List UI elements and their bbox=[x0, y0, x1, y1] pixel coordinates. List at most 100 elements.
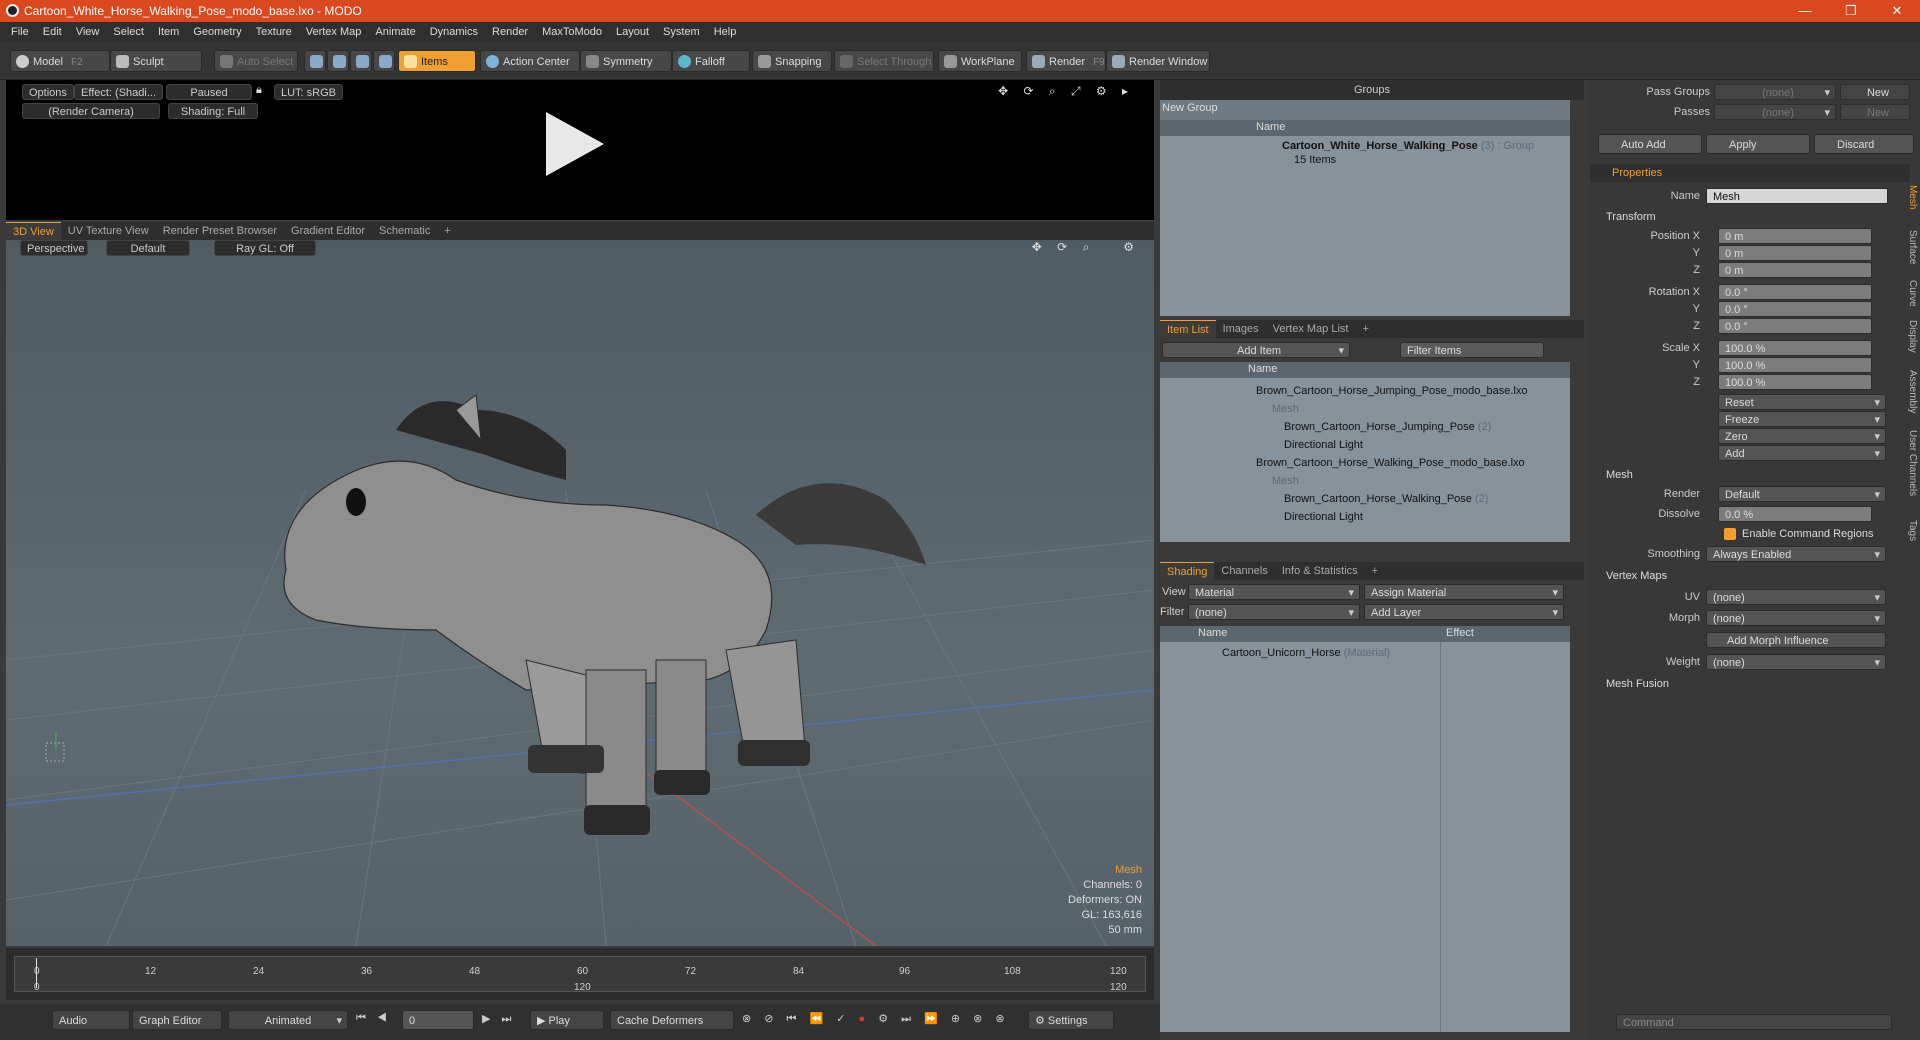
menu-texture[interactable]: Texture bbox=[249, 26, 299, 38]
list-item[interactable]: Brown_Cartoon_Horse_Walking_Pose_modo_ba… bbox=[1160, 454, 1570, 472]
rotation-z-field[interactable]: 0.0 ° bbox=[1718, 318, 1872, 334]
zero-dropdown[interactable]: Zero bbox=[1718, 428, 1886, 445]
menu-item[interactable]: Item bbox=[151, 26, 186, 38]
position-y-field[interactable]: 0 m bbox=[1718, 245, 1872, 261]
dissolve-field[interactable]: 0.0 % bbox=[1718, 506, 1872, 522]
model-mode-button[interactable]: Model F2 bbox=[10, 50, 110, 72]
snapping-button[interactable]: Snapping bbox=[752, 50, 832, 72]
morph-dropdown[interactable]: (none) bbox=[1706, 610, 1886, 627]
transform-section[interactable]: Transform bbox=[1606, 211, 1656, 223]
auto-add-button[interactable]: Auto Add bbox=[1598, 134, 1702, 154]
discard-button[interactable]: Discard bbox=[1814, 134, 1914, 154]
perspective-dropdown[interactable]: Perspective bbox=[20, 240, 88, 256]
vtab-assembly[interactable]: Assembly bbox=[1907, 370, 1918, 413]
menu-system[interactable]: System bbox=[656, 26, 707, 38]
add-tab-button[interactable]: + bbox=[437, 222, 457, 240]
add-tab-button[interactable]: + bbox=[1365, 562, 1385, 580]
freeze-dropdown[interactable]: Freeze bbox=[1718, 411, 1886, 428]
3d-viewport[interactable]: Perspective Default Ray GL: Off ✥ ⟳ ⌕ ⚙ … bbox=[6, 240, 1154, 946]
uv-dropdown[interactable]: (none) bbox=[1706, 589, 1886, 606]
add-layer-dropdown[interactable]: Add Layer bbox=[1364, 604, 1564, 621]
assign-material-dropdown[interactable]: Assign Material bbox=[1364, 584, 1564, 601]
list-item[interactable]: Brown_Cartoon_Horse_Jumping_Pose (2) bbox=[1160, 418, 1570, 436]
view-dropdown[interactable]: Material bbox=[1188, 584, 1360, 601]
mesh-section[interactable]: Mesh bbox=[1606, 469, 1633, 481]
workplane-button[interactable]: WorkPlane bbox=[938, 50, 1022, 72]
add-tab-button[interactable]: + bbox=[1355, 320, 1375, 338]
tab-gradient-editor[interactable]: Gradient Editor bbox=[284, 222, 372, 240]
key-icons[interactable]: ⊗ ⊘ ⏮ ⏪ ✓ ● ⚙ ⏭ ⏩ ⊕ ⊗ ⊗ bbox=[742, 1012, 1010, 1026]
menu-select[interactable]: Select bbox=[106, 26, 151, 38]
maximize-button[interactable]: ❐ bbox=[1828, 0, 1874, 22]
tab-info-statistics[interactable]: Info & Statistics bbox=[1275, 562, 1365, 580]
action-center-button[interactable]: Action Center bbox=[480, 50, 580, 72]
lut-dropdown[interactable]: LUT: sRGB bbox=[274, 84, 344, 100]
items-mode-button[interactable]: Items bbox=[398, 50, 476, 72]
add-dropdown[interactable]: Add bbox=[1718, 445, 1886, 462]
select-through-button[interactable]: Select Through bbox=[834, 50, 934, 72]
add-morph-influence-button[interactable]: Add Morph Influence bbox=[1706, 632, 1886, 648]
tab-vertex-map-list[interactable]: Vertex Map List bbox=[1266, 320, 1356, 338]
tab-schematic[interactable]: Schematic bbox=[372, 222, 437, 240]
default-dropdown[interactable]: Default bbox=[106, 240, 190, 256]
pass-groups-dropdown[interactable]: (none) bbox=[1714, 84, 1836, 101]
options-button[interactable]: Options bbox=[22, 84, 74, 100]
list-item[interactable]: Directional Light bbox=[1160, 508, 1570, 526]
material-row[interactable]: Cartoon_Unicorn_Horse (Material) bbox=[1160, 644, 1570, 662]
list-item[interactable]: Mesh bbox=[1160, 400, 1570, 418]
preview-nav-icons[interactable]: ✥ ⟳ ⌕ ⤢ ⚙ ▸ bbox=[998, 84, 1134, 99]
list-item[interactable]: Brown_Cartoon_Horse_Walking_Pose (2) bbox=[1160, 490, 1570, 508]
rotation-x-field[interactable]: 0.0 ° bbox=[1718, 284, 1872, 300]
viewport-nav-icons[interactable]: ✥ ⟳ ⌕ ⚙ bbox=[1032, 240, 1140, 255]
menu-vertex-map[interactable]: Vertex Map bbox=[299, 26, 369, 38]
sculpt-mode-button[interactable]: Sculpt bbox=[110, 50, 202, 72]
filter-dropdown[interactable]: (none) bbox=[1188, 604, 1360, 621]
render-window-button[interactable]: Render Window bbox=[1106, 50, 1210, 72]
tab-render-preset-browser[interactable]: Render Preset Browser bbox=[156, 222, 284, 240]
rewind-icons[interactable]: ⏮ ◀ bbox=[356, 1012, 391, 1025]
tab-uv-texture-view[interactable]: UV Texture View bbox=[61, 222, 156, 240]
rotation-y-field[interactable]: 0.0 ° bbox=[1718, 301, 1872, 317]
new-group-button[interactable]: New Group bbox=[1162, 102, 1218, 114]
list-item[interactable]: Mesh bbox=[1160, 472, 1570, 490]
symmetry-button[interactable]: Symmetry bbox=[580, 50, 672, 72]
camera-dropdown[interactable]: (Render Camera) bbox=[22, 103, 160, 119]
cache-deformers-button[interactable]: Cache Deformers bbox=[610, 1010, 734, 1030]
raygl-dropdown[interactable]: Ray GL: Off bbox=[214, 240, 316, 256]
vtab-curve[interactable]: Curve bbox=[1907, 280, 1918, 307]
vertex-maps-section[interactable]: Vertex Maps bbox=[1606, 570, 1667, 582]
reset-dropdown[interactable]: Reset bbox=[1718, 394, 1886, 411]
edges-mode-button[interactable] bbox=[327, 50, 349, 72]
scale-z-field[interactable]: 100.0 % bbox=[1718, 374, 1872, 390]
animated-dropdown[interactable]: Animated bbox=[228, 1010, 348, 1031]
position-z-field[interactable]: 0 m bbox=[1718, 262, 1872, 278]
tab-images[interactable]: Images bbox=[1216, 320, 1266, 338]
weight-dropdown[interactable]: (none) bbox=[1706, 654, 1886, 671]
menu-layout[interactable]: Layout bbox=[609, 26, 656, 38]
graph-editor-button[interactable]: Graph Editor bbox=[132, 1010, 222, 1030]
play-preview-icon[interactable] bbox=[546, 112, 604, 176]
filter-items-input[interactable]: Filter Items bbox=[1400, 342, 1544, 358]
list-item[interactable]: Directional Light bbox=[1160, 436, 1570, 454]
menu-maxtomodo[interactable]: MaxToModo bbox=[535, 26, 609, 38]
menu-edit[interactable]: Edit bbox=[36, 26, 69, 38]
horse-mesh[interactable] bbox=[283, 394, 926, 835]
command-input[interactable]: Command bbox=[1616, 1014, 1892, 1030]
passes-dropdown[interactable]: (none) bbox=[1714, 104, 1836, 121]
timeline[interactable]: 0 12 24 36 48 60 72 84 96 108 120 0 120 … bbox=[6, 948, 1154, 1000]
apply-button[interactable]: Apply bbox=[1706, 134, 1810, 154]
shading-dropdown[interactable]: Shading: Full bbox=[168, 103, 258, 119]
vtab-display[interactable]: Display bbox=[1907, 320, 1918, 353]
smoothing-dropdown[interactable]: Always Enabled bbox=[1706, 546, 1886, 563]
menu-view[interactable]: View bbox=[69, 26, 107, 38]
tab-shading[interactable]: Shading bbox=[1160, 562, 1215, 580]
render-button[interactable]: Render F9 bbox=[1026, 50, 1106, 72]
tab-item-list[interactable]: Item List bbox=[1160, 320, 1216, 338]
enable-command-regions-checkbox[interactable] bbox=[1724, 528, 1736, 540]
menu-animate[interactable]: Animate bbox=[368, 26, 422, 38]
materials-mode-button[interactable] bbox=[373, 50, 395, 72]
tab-properties[interactable]: Properties bbox=[1612, 167, 1662, 179]
menu-dynamics[interactable]: Dynamics bbox=[423, 26, 485, 38]
render-dropdown[interactable]: Default bbox=[1718, 486, 1886, 503]
vertices-mode-button[interactable] bbox=[304, 50, 326, 72]
